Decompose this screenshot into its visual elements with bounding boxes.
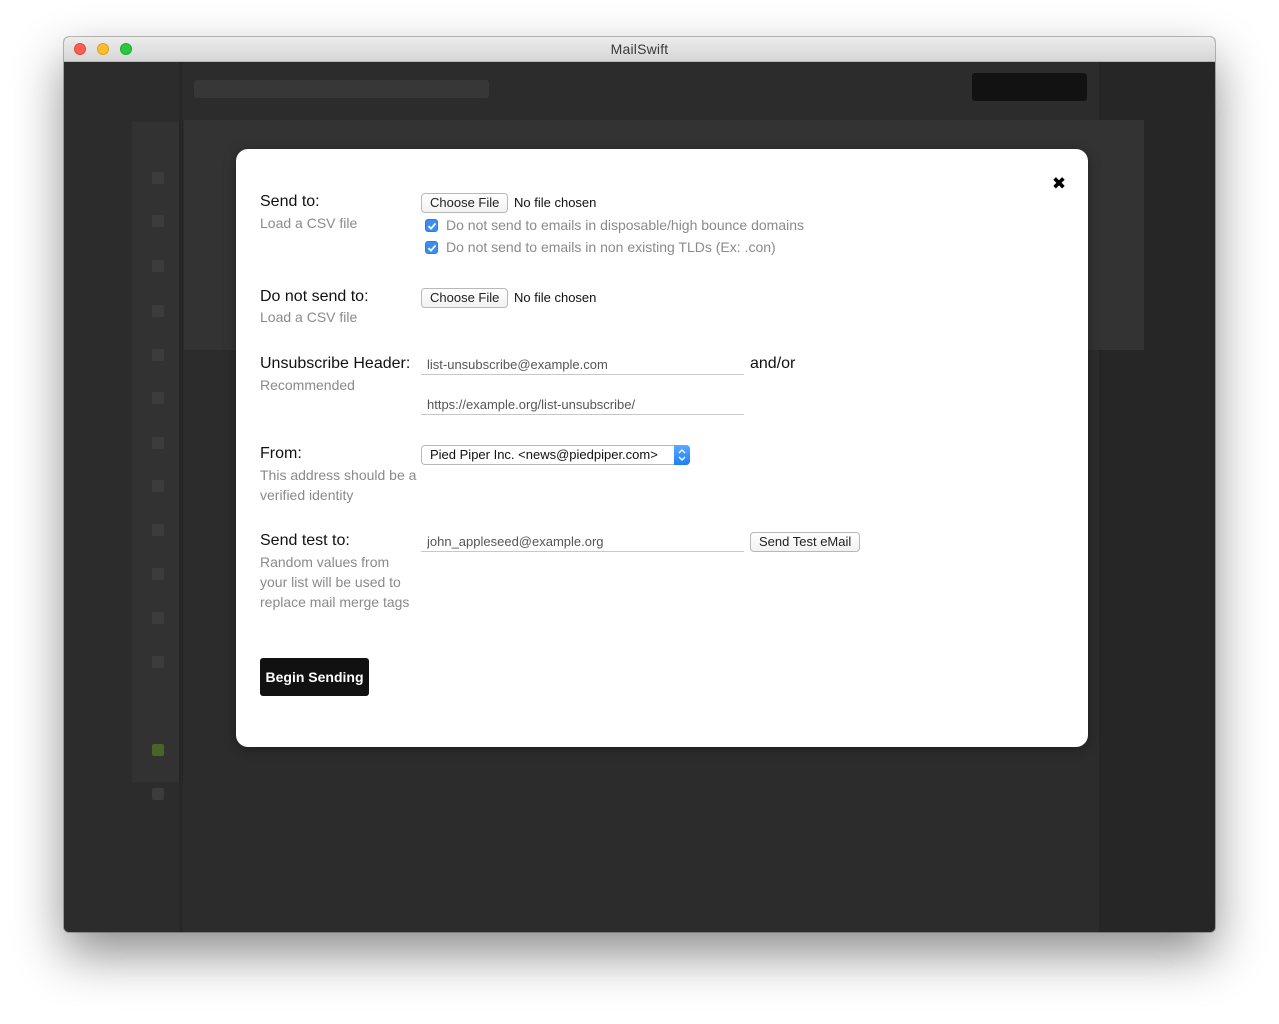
do-not-send-sublabel: Load a CSV file: [260, 309, 358, 325]
app-window: MailSwift ✖ Send to: Load a CSV file Cho: [64, 37, 1215, 932]
from-select[interactable]: Pied Piper Inc. <news@piedpiper.com>: [421, 445, 690, 465]
from-label: From:: [260, 445, 302, 462]
disposable-domains-checkbox[interactable]: [425, 219, 438, 232]
send-test-sublabel: Random values from your list will be use…: [260, 554, 410, 610]
begin-sending-button[interactable]: Begin Sending: [260, 658, 369, 696]
unsubscribe-header-label: Unsubscribe Header:: [260, 355, 411, 372]
close-icon[interactable]: ✖: [1048, 173, 1070, 195]
send-test-email-button[interactable]: Send Test eMail: [750, 532, 861, 552]
invalid-tld-checkbox[interactable]: [425, 241, 438, 254]
invalid-tld-checkbox-label: Do not send to emails in non existing TL…: [446, 239, 776, 255]
app-content: ✖ Send to: Load a CSV file Choose File N…: [64, 62, 1215, 932]
unsubscribe-email-input[interactable]: [421, 355, 744, 375]
send-campaign-modal: ✖ Send to: Load a CSV file Choose File N…: [236, 149, 1088, 747]
unsubscribe-url-input[interactable]: [421, 395, 744, 415]
from-sublabel: This address should be a verified identi…: [260, 467, 417, 503]
do-not-send-choose-file-button[interactable]: Choose File: [421, 288, 509, 308]
and-or-text: and/or: [750, 355, 796, 372]
send-to-choose-file-button[interactable]: Choose File: [421, 193, 509, 213]
disposable-domains-checkbox-label: Do not send to emails in disposable/high…: [446, 217, 805, 233]
send-to-file-status: No file chosen: [514, 195, 597, 210]
from-select-value: Pied Piper Inc. <news@piedpiper.com>: [430, 447, 658, 462]
select-stepper-icon: [674, 445, 690, 465]
window-title: MailSwift: [610, 41, 669, 57]
send-to-label: Send to:: [260, 193, 320, 210]
send-to-sublabel: Load a CSV file: [260, 215, 358, 231]
send-test-label: Send test to:: [260, 532, 350, 549]
unsubscribe-header-sublabel: Recommended: [260, 377, 355, 393]
do-not-send-label: Do not send to:: [260, 288, 369, 305]
title-bar: MailSwift: [64, 37, 1215, 62]
test-email-input[interactable]: [421, 532, 744, 552]
do-not-send-file-status: No file chosen: [514, 290, 597, 305]
